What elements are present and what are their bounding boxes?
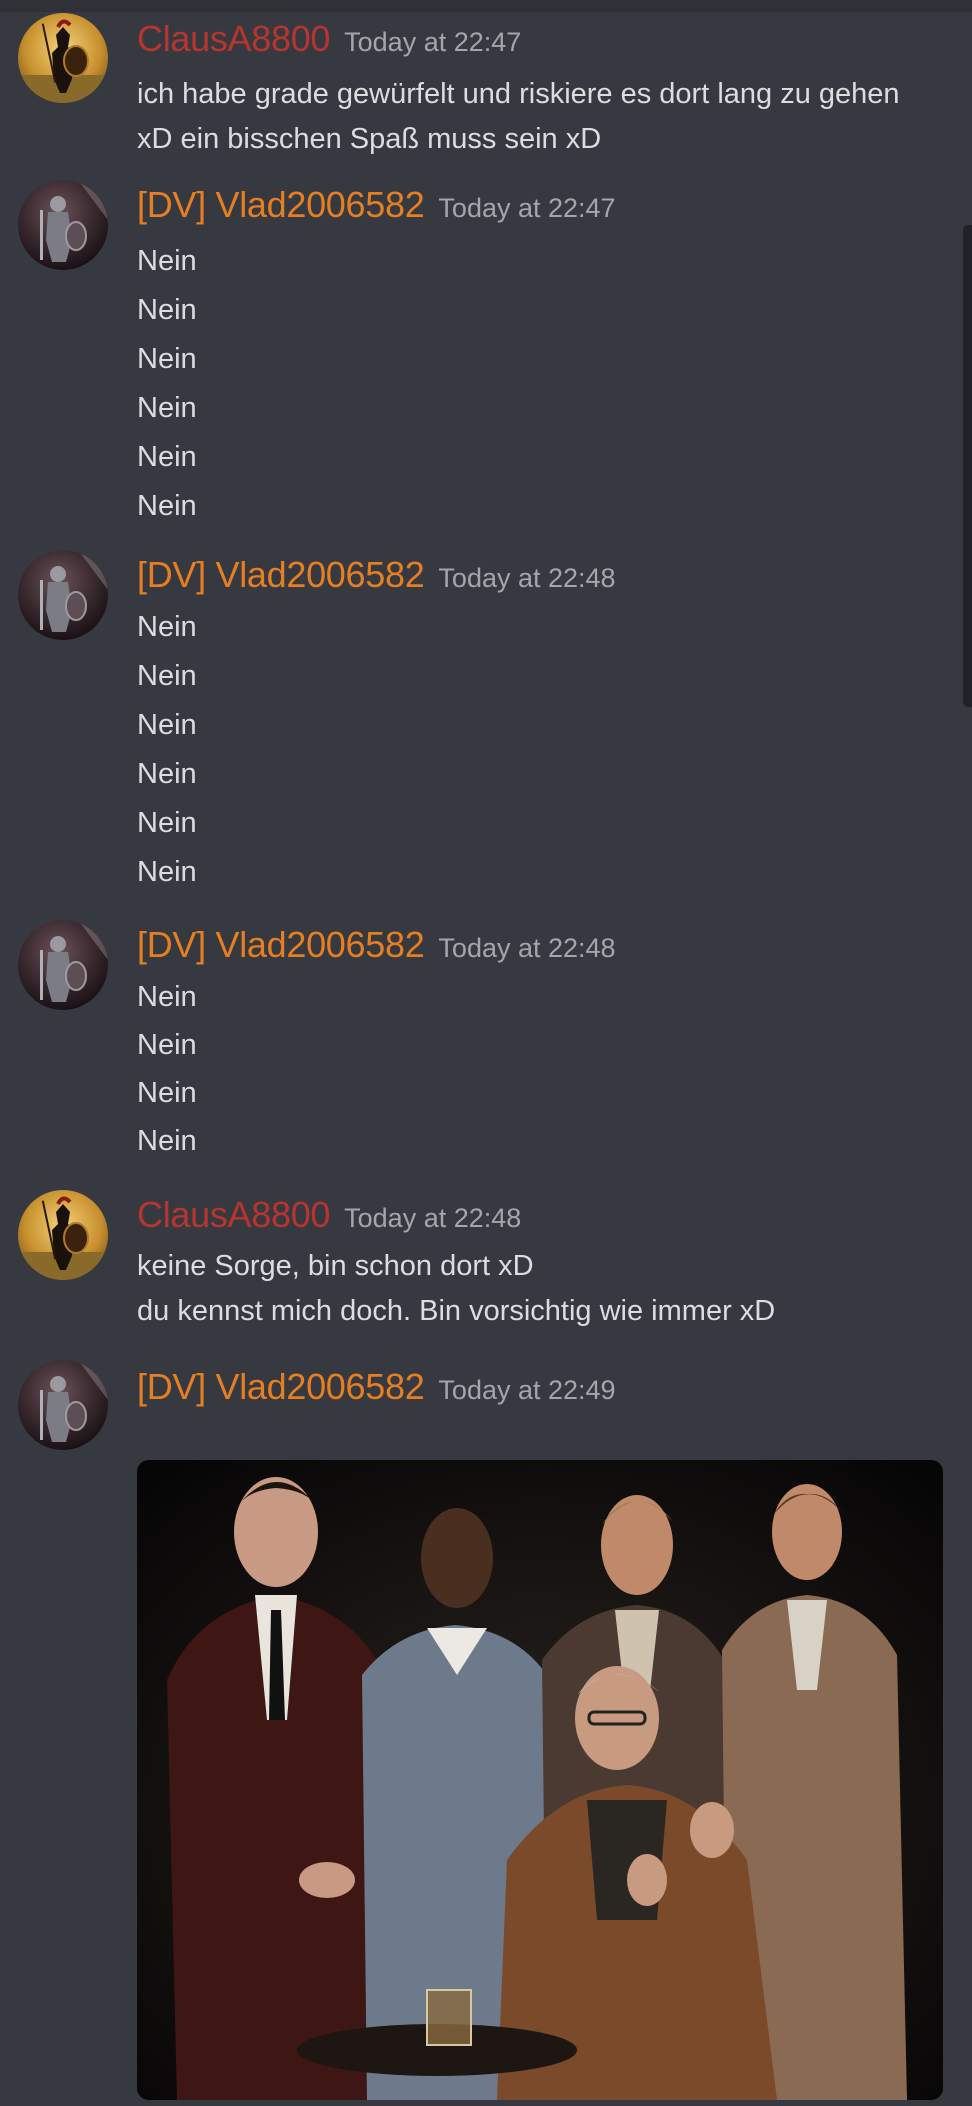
message-line: Nein xyxy=(137,981,197,1013)
message-header: ClausA8800 Today at 22:48 xyxy=(137,1194,521,1236)
username[interactable]: ClausA8800 xyxy=(137,18,330,59)
message-line: Nein xyxy=(137,1125,197,1157)
username[interactable]: [DV] Vlad2006582 xyxy=(137,184,425,225)
message-line: Nein xyxy=(137,611,197,643)
timestamp[interactable]: Today at 22:47 xyxy=(438,193,615,223)
timestamp[interactable]: Today at 22:49 xyxy=(438,1375,615,1405)
username[interactable]: [DV] Vlad2006582 xyxy=(137,1366,425,1407)
message-content: Nein Nein Nein Nein Nein Nein xyxy=(137,603,957,897)
armored-knight-avatar[interactable] xyxy=(18,550,108,640)
message-line: Nein xyxy=(137,709,197,741)
message-line: Nein xyxy=(137,490,197,522)
message-line: Nein xyxy=(137,441,197,473)
message-header: [DV] Vlad2006582 Today at 22:47 xyxy=(137,184,616,226)
message-header: ClausA8800 Today at 22:47 xyxy=(137,18,521,60)
message-header: [DV] Vlad2006582 Today at 22:48 xyxy=(137,924,616,966)
message-line: Nein xyxy=(137,294,197,326)
timestamp[interactable]: Today at 22:48 xyxy=(344,1203,521,1233)
message-content: keine Sorge, bin schon dort xD du kennst… xyxy=(137,1244,957,1334)
spartan-warrior-avatar[interactable] xyxy=(18,1190,108,1280)
message-line: Nein xyxy=(137,1077,197,1109)
scrollbar[interactable] xyxy=(963,225,972,707)
armored-knight-avatar[interactable] xyxy=(18,1360,108,1450)
message-line: Nein xyxy=(137,1029,197,1061)
message-line: xD ein bisschen Spaß muss sein xD xyxy=(137,123,602,155)
message-line: Nein xyxy=(137,807,197,839)
timestamp[interactable]: Today at 22:48 xyxy=(438,563,615,593)
message-line: Nein xyxy=(137,245,197,277)
timestamp[interactable]: Today at 22:47 xyxy=(344,27,521,57)
message-line: du kennst mich doch. Bin vorsichtig wie … xyxy=(137,1295,776,1327)
message-line: Nein xyxy=(137,660,197,692)
message-line: keine Sorge, bin schon dort xD xyxy=(137,1250,534,1282)
spartan-warrior-avatar[interactable] xyxy=(18,13,108,103)
username[interactable]: ClausA8800 xyxy=(137,1194,330,1235)
username[interactable]: [DV] Vlad2006582 xyxy=(137,554,425,595)
message-line: Nein xyxy=(137,343,197,375)
timestamp[interactable]: Today at 22:48 xyxy=(438,933,615,963)
message-header: [DV] Vlad2006582 Today at 22:49 xyxy=(137,1366,616,1408)
gif-five-men-in-suits-image xyxy=(137,1460,943,2100)
message-line: Nein xyxy=(137,856,197,888)
message-header: [DV] Vlad2006582 Today at 22:48 xyxy=(137,554,616,596)
message-content: Nein Nein Nein Nein Nein Nein xyxy=(137,237,957,531)
message-line: Nein xyxy=(137,392,197,424)
top-bar xyxy=(0,0,972,12)
armored-knight-avatar[interactable] xyxy=(18,920,108,1010)
message-line: ich habe grade gewürfelt und riskiere es… xyxy=(137,78,900,110)
message-content: ich habe grade gewürfelt und riskiere es… xyxy=(137,72,957,162)
gif-attachment[interactable] xyxy=(137,1460,943,2100)
message-content: Nein Nein Nein Nein xyxy=(137,973,957,1165)
armored-knight-avatar[interactable] xyxy=(18,180,108,270)
message-line: Nein xyxy=(137,758,197,790)
username[interactable]: [DV] Vlad2006582 xyxy=(137,924,425,965)
